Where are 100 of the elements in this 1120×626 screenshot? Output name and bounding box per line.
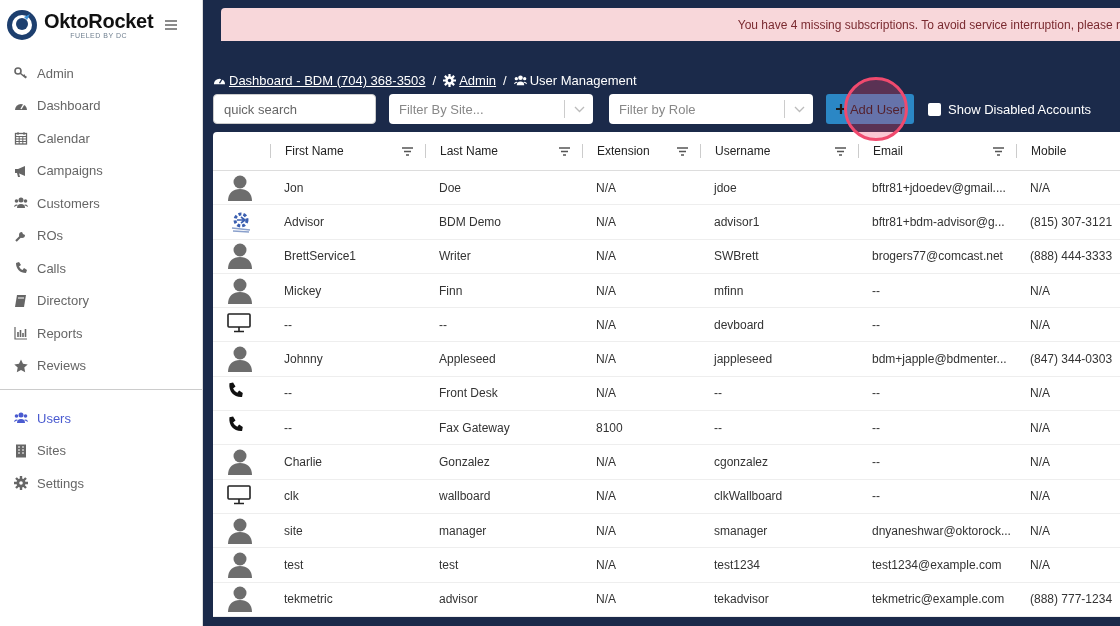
caret-icon	[794, 105, 805, 113]
sidebar-item[interactable]: Admin	[0, 57, 202, 90]
sidebar-item[interactable]: Reviews	[0, 349, 202, 382]
table-cell: N/A	[1030, 283, 1050, 298]
column-header[interactable]: Email	[873, 144, 903, 158]
sidebar-item[interactable]: Customers	[0, 187, 202, 220]
table-cell: Advisor	[284, 214, 324, 229]
sidebar-item[interactable]: Reports	[0, 317, 202, 350]
search-field[interactable]: quick search	[213, 94, 376, 124]
sidebar-item[interactable]: Campaigns	[0, 154, 202, 187]
sidebar-item[interactable]: ROs	[0, 219, 202, 252]
table-cell: N/A	[1030, 180, 1050, 195]
sidebar-item[interactable]: Directory	[0, 284, 202, 317]
table-cell: N/A	[1030, 317, 1050, 332]
gear-icon	[14, 476, 28, 491]
table-cell: BDM Demo	[439, 214, 501, 229]
table-cell: clkWallboard	[714, 489, 783, 504]
sidebar-item[interactable]: Calls	[0, 252, 202, 285]
table-cell: tekadvisor	[714, 592, 769, 607]
table-cell: N/A	[596, 455, 616, 469]
users-icon	[513, 73, 527, 87]
table-cell: Writer	[439, 249, 471, 264]
sidebar-item[interactable]: Settings	[0, 467, 202, 500]
table-cell: jappleseed	[714, 352, 773, 367]
table-cell: N/A	[596, 386, 616, 401]
column-header[interactable]: Last Name	[440, 144, 499, 158]
table-cell: wallboard	[439, 489, 491, 504]
filter-icon[interactable]	[559, 146, 570, 156]
users-icon	[14, 411, 28, 426]
bar-chart-icon	[14, 326, 28, 341]
book-icon	[14, 293, 28, 308]
column-header[interactable]: Extension	[597, 144, 650, 158]
column-header[interactable]: Username	[715, 144, 771, 158]
breadcrumb-separator: /	[503, 72, 507, 88]
table-cell: clk	[284, 489, 299, 504]
table-cell: --	[872, 386, 880, 401]
filter-dropdown[interactable]: Filter By Site...	[389, 94, 593, 124]
table-cell: site	[284, 523, 303, 538]
table-cell: Appleseed	[439, 352, 496, 367]
table-cell: N/A	[596, 283, 616, 298]
checkbox[interactable]	[928, 102, 941, 116]
phone-icon	[14, 261, 28, 276]
table-cell: smanager	[714, 523, 768, 538]
filter-icon[interactable]	[677, 146, 688, 156]
table-cell: BrettService1	[284, 249, 357, 264]
table-cell: Charlie	[284, 455, 322, 469]
table-cell: N/A	[596, 352, 616, 367]
sidebar-item[interactable]: Dashboard	[0, 89, 202, 122]
table-cell: --	[439, 317, 447, 332]
filter-icon[interactable]	[835, 146, 846, 156]
table-cell: --	[872, 317, 880, 332]
table-cell: Mickey	[284, 283, 322, 298]
table-cell: Gonzalez	[439, 455, 490, 469]
table-cell: 8100	[596, 420, 623, 435]
breadcrumb-separator: /	[432, 72, 437, 88]
filter-dropdown[interactable]: Filter by Role	[609, 94, 813, 124]
table-cell: tekmetric@example.com	[872, 592, 1005, 607]
brand-name: OktoRocket	[44, 10, 154, 32]
table-cell: --	[872, 420, 880, 435]
table-cell: bftr81+jdoedev@gmail....	[872, 180, 1006, 195]
table-cell: advisor	[439, 592, 478, 607]
table-cell: bftr81+bdm-advisor@g...	[872, 214, 1005, 229]
person-icon	[227, 276, 253, 305]
megaphone-icon	[14, 163, 28, 178]
star-icon	[14, 358, 28, 373]
table-cell: Jon	[284, 180, 304, 195]
menu-icon[interactable]	[165, 20, 178, 30]
table-cell: --	[284, 386, 292, 401]
person-icon	[227, 550, 253, 579]
breadcrumb-link[interactable]: Dashboard - BDM (704) 368-3503	[229, 72, 426, 88]
logo-icon	[6, 9, 38, 41]
table-cell: N/A	[1030, 557, 1050, 572]
sidebar-item[interactable]: Users	[0, 402, 202, 435]
table-cell: N/A	[1030, 386, 1050, 401]
table-cell: --	[714, 386, 722, 401]
person-icon	[227, 585, 253, 614]
table-cell: --	[284, 317, 292, 332]
monitor-icon	[227, 484, 251, 505]
table-cell: advisor1	[714, 214, 760, 229]
table-cell: test1234@example.com	[872, 557, 1002, 572]
monitor-icon	[227, 313, 251, 334]
breadcrumb-link[interactable]: Admin	[459, 72, 497, 88]
table-cell: manager	[439, 523, 487, 538]
table-cell: --	[872, 489, 880, 504]
table-cell: cgonzalez	[714, 455, 769, 469]
table-cell: Front Desk	[439, 386, 498, 401]
filter-icon[interactable]	[402, 146, 413, 156]
sidebar-item[interactable]: Sites	[0, 434, 202, 467]
table-cell: test1234	[714, 557, 761, 572]
table-cell: N/A	[1030, 455, 1050, 469]
column-header[interactable]: First Name	[285, 144, 344, 158]
filter-icon[interactable]	[993, 146, 1004, 156]
table-cell: N/A	[596, 317, 616, 332]
gear-icon	[443, 73, 457, 87]
person-icon	[227, 173, 253, 202]
plus-icon	[835, 104, 846, 114]
column-header[interactable]: Mobile	[1031, 144, 1067, 158]
table-cell: N/A	[1030, 523, 1050, 538]
table-cell: N/A	[596, 592, 616, 607]
sidebar-item[interactable]: Calendar	[0, 122, 202, 155]
